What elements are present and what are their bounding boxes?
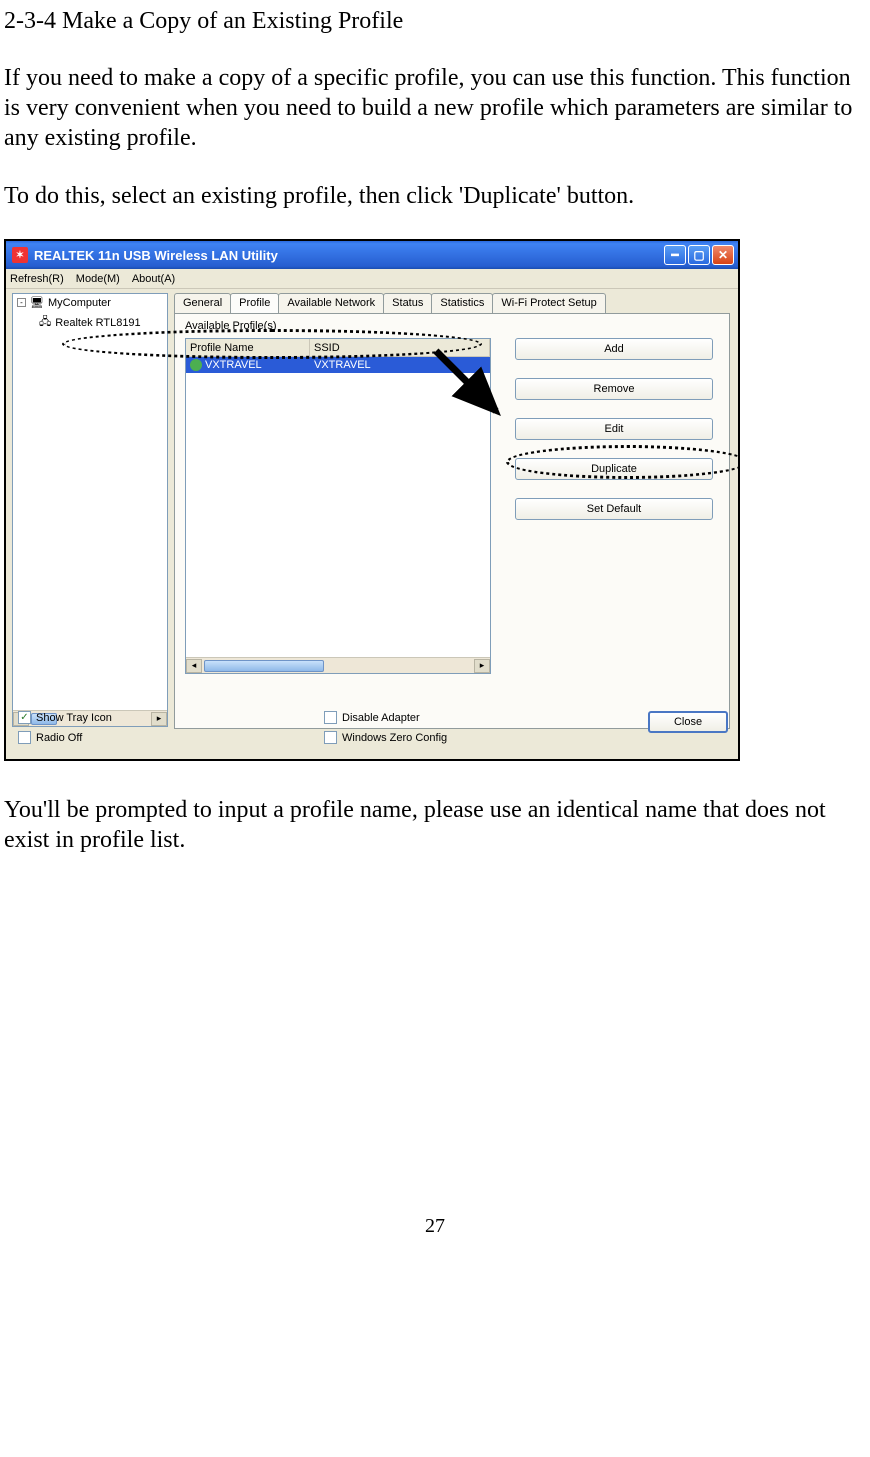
window-title: REALTEK 11n USB Wireless LAN Utility [34, 248, 278, 263]
profile-row-selected[interactable]: VXTRAVEL VXTRAVEL [186, 357, 490, 373]
wzc-checkbox[interactable]: Windows Zero Config [324, 731, 447, 744]
duplicate-button[interactable]: Duplicate [515, 458, 713, 480]
checkbox-icon [324, 711, 337, 724]
column-profile-name[interactable]: Profile Name [186, 339, 310, 356]
radio-off-checkbox[interactable]: Radio Off [18, 731, 82, 744]
set-default-button[interactable]: Set Default [515, 498, 713, 520]
tab-statistics[interactable]: Statistics [431, 293, 493, 313]
tree-collapse-icon[interactable]: - [17, 298, 26, 307]
close-button[interactable]: Close [648, 711, 728, 733]
maximize-button[interactable]: ▢ [688, 245, 710, 265]
add-button[interactable]: Add [515, 338, 713, 360]
available-profiles-label: Available Profile(s) [185, 320, 277, 332]
column-ssid-label: SSID [314, 342, 340, 354]
tab-profile[interactable]: Profile [230, 293, 279, 313]
menu-refresh[interactable]: Refresh(R) [10, 273, 64, 285]
disable-adapter-checkbox[interactable]: Disable Adapter [324, 711, 420, 724]
show-tray-label: Show Tray Icon [36, 712, 112, 724]
tab-available-network[interactable]: Available Network [278, 293, 384, 313]
adapter-icon: 🖧 [39, 313, 51, 332]
tab-strip: General Profile Available Network Status… [174, 293, 605, 313]
app-icon: ✶ [12, 247, 28, 263]
disable-adapter-label: Disable Adapter [342, 712, 420, 724]
show-tray-checkbox[interactable]: ✓ Show Tray Icon [18, 711, 112, 724]
checkbox-icon [18, 731, 31, 744]
checkbox-icon [324, 731, 337, 744]
scroll-left-icon[interactable]: ◂ [186, 659, 202, 673]
tab-wps[interactable]: Wi-Fi Protect Setup [492, 293, 605, 313]
page-number: 27 [4, 1215, 866, 1238]
profile-status-icon [190, 359, 202, 371]
profile-name-cell: VXTRAVEL [205, 359, 262, 371]
tree-adapter[interactable]: Realtek RTL8191 [55, 317, 140, 329]
profile-list[interactable]: Profile Name SSID VXTRAVEL VXTRAVEL ◂ [185, 338, 491, 674]
menu-mode[interactable]: Mode(M) [76, 273, 120, 285]
list-header: Profile Name SSID [186, 339, 490, 357]
section-heading: 2-3-4 Make a Copy of an Existing Profile [4, 8, 866, 35]
paragraph-intro: If you need to make a copy of a specific… [4, 63, 866, 153]
bottom-options: ✓ Show Tray Icon Radio Off Disable Adapt… [14, 709, 730, 755]
tab-content-profile: Available Profile(s) Profile Name SSID V… [174, 313, 730, 729]
scroll-thumb[interactable] [204, 660, 324, 672]
list-scrollbar[interactable]: ◂ ▸ [186, 657, 490, 673]
remove-button[interactable]: Remove [515, 378, 713, 400]
menu-about[interactable]: About(A) [132, 273, 175, 285]
tab-status[interactable]: Status [383, 293, 432, 313]
tree-root[interactable]: MyComputer [48, 297, 111, 309]
profile-ssid-cell: VXTRAVEL [310, 359, 490, 371]
column-ssid[interactable]: SSID [310, 339, 490, 356]
radio-off-label: Radio Off [36, 732, 82, 744]
monitor-icon: 🖥 [30, 296, 44, 309]
scroll-right-icon[interactable]: ▸ [474, 659, 490, 673]
column-profile-name-label: Profile Name [190, 342, 254, 354]
window-titlebar[interactable]: ✶ REALTEK 11n USB Wireless LAN Utility ━… [6, 241, 738, 269]
checkbox-icon: ✓ [18, 711, 31, 724]
window-close-button[interactable]: ✕ [712, 245, 734, 265]
device-tree[interactable]: - 🖥 MyComputer 🖧 Realtek RTL8191 ◂ ▸ [12, 293, 168, 727]
paragraph-instruction: To do this, select an existing profile, … [4, 181, 866, 211]
minimize-button[interactable]: ━ [664, 245, 686, 265]
menu-bar: Refresh(R) Mode(M) About(A) [6, 269, 738, 289]
paragraph-followup: You'll be prompted to input a profile na… [4, 795, 866, 855]
wzc-label: Windows Zero Config [342, 732, 447, 744]
edit-button[interactable]: Edit [515, 418, 713, 440]
tab-general[interactable]: General [174, 293, 231, 313]
app-screenshot: ✶ REALTEK 11n USB Wireless LAN Utility ━… [4, 239, 740, 761]
